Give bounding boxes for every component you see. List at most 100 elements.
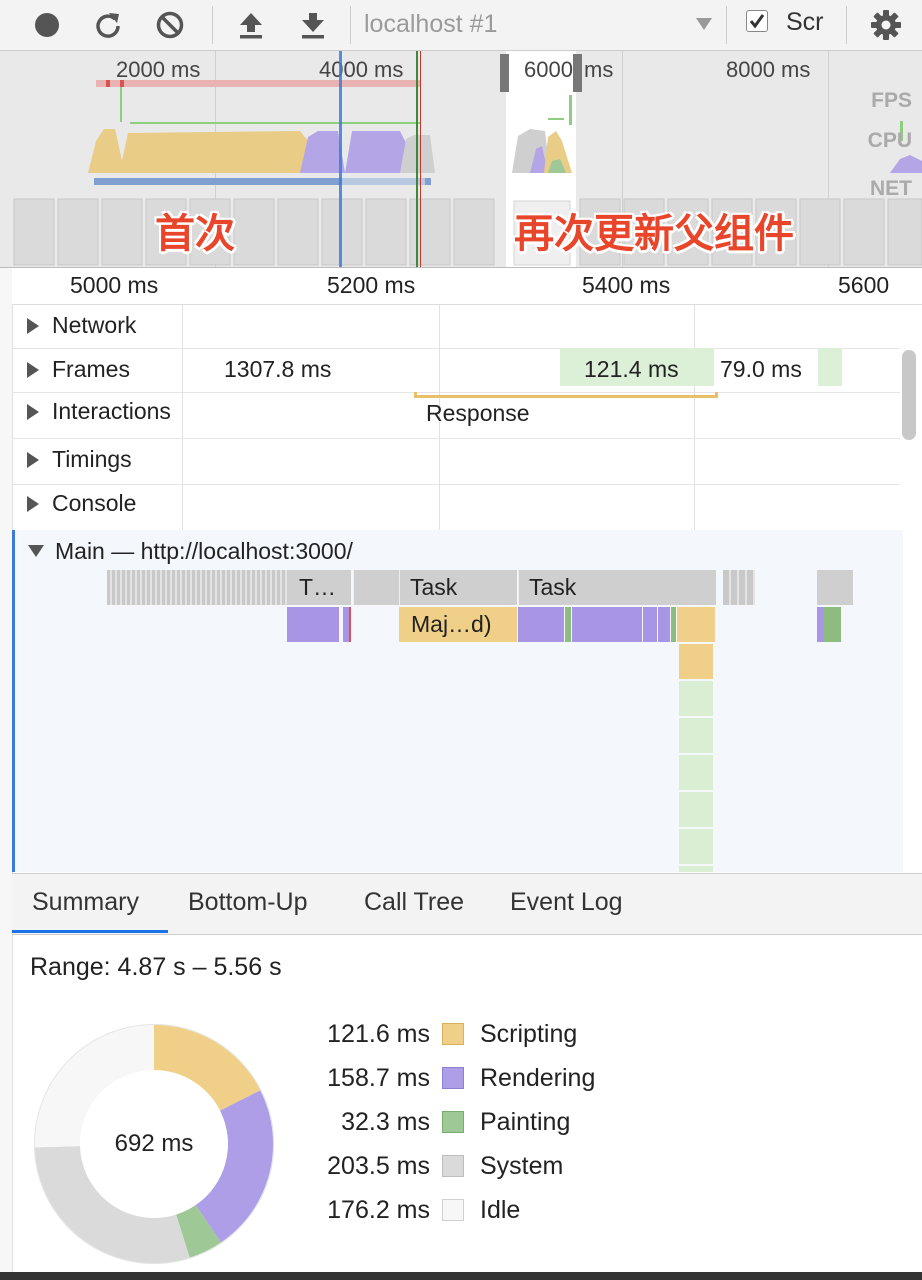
- legend-swatch: [442, 1199, 464, 1221]
- cpu-lane-label: CPU: [867, 129, 912, 152]
- task-label: Task: [529, 574, 577, 600]
- time-ruler: 5000 ms 5200 ms 5400 ms 5600: [12, 268, 922, 305]
- legend-swatch: [442, 1067, 464, 1089]
- frame-duration: 121.4 ms: [584, 356, 679, 382]
- track-frames[interactable]: Frames 1307.8 ms 121.4 ms 79.0 ms: [12, 348, 900, 393]
- track-interactions[interactable]: Interactions Response: [12, 392, 900, 439]
- task-block-group[interactable]: [107, 570, 289, 605]
- toolbar-separator: [350, 6, 351, 44]
- painting-block[interactable]: [823, 607, 841, 642]
- legend-value: 158.7 ms: [327, 1064, 430, 1092]
- frame-duration: 79.0 ms: [720, 356, 802, 382]
- profile-select[interactable]: localhost #1: [356, 6, 724, 42]
- task-block[interactable]: [353, 570, 399, 605]
- collapse-arrow-icon: [28, 545, 44, 557]
- legend-name: Painting: [480, 1108, 571, 1136]
- task-block[interactable]: Task: [518, 570, 716, 605]
- track-timings[interactable]: Timings: [12, 438, 900, 485]
- painting-block[interactable]: [671, 607, 676, 642]
- details-tabs: Summary Bottom-Up Call Tree Event Log: [12, 873, 922, 935]
- task-block[interactable]: [817, 570, 853, 605]
- active-tab-indicator: [12, 930, 168, 933]
- track-network[interactable]: Network: [12, 304, 900, 349]
- legend-row-scripting: 121.6 ms Scripting: [300, 1020, 620, 1050]
- major-gc-label: Maj…d): [411, 611, 492, 637]
- download-icon: [302, 13, 324, 39]
- bottom-edge: [0, 1272, 922, 1280]
- frame-block[interactable]: [818, 348, 842, 386]
- rendering-block[interactable]: [572, 607, 642, 642]
- major-gc-block[interactable]: Maj…d): [399, 607, 517, 642]
- annotation-first-render: 首次: [155, 212, 235, 256]
- task-label: T…: [299, 574, 337, 600]
- profile-select-value: localhost #1: [364, 9, 498, 38]
- net-lane-label: NET: [870, 177, 912, 200]
- vertical-scrollbar[interactable]: [902, 350, 916, 440]
- load-profile-button[interactable]: [234, 8, 268, 42]
- reload-icon: [96, 13, 120, 38]
- legend-value: 32.3 ms: [341, 1108, 430, 1136]
- rendering-block[interactable]: [643, 607, 657, 642]
- legend-value: 176.2 ms: [327, 1196, 430, 1224]
- gear-icon: [871, 10, 901, 40]
- track-interactions-label: Interactions: [52, 398, 171, 424]
- legend-row-rendering: 158.7 ms Rendering: [300, 1064, 620, 1094]
- tab-summary[interactable]: Summary: [32, 888, 139, 917]
- legend-value: 203.5 ms: [327, 1152, 430, 1180]
- tab-bottom-up[interactable]: Bottom-Up: [188, 888, 307, 917]
- expand-arrow-icon: [27, 362, 39, 378]
- interaction-response-bar[interactable]: [414, 392, 718, 398]
- task-block-group[interactable]: [723, 570, 755, 605]
- fps-lane-label: FPS: [871, 89, 912, 112]
- expand-arrow-icon: [27, 496, 39, 512]
- track-frames-label: Frames: [52, 356, 130, 382]
- toolbar-separator: [212, 6, 213, 44]
- upload-icon: [240, 13, 262, 39]
- save-profile-button[interactable]: [296, 8, 330, 42]
- main-thread-track[interactable]: Main — http://localhost:3000/ T… Task Ta…: [12, 530, 903, 872]
- ruler-tick: 5000 ms: [70, 272, 159, 298]
- donut-slice-idle: [34, 1024, 154, 1148]
- timeline-overview[interactable]: 2000 ms 4000 ms 8000 ms 6000 ms FPS CPU …: [0, 51, 922, 268]
- track-console[interactable]: Console: [12, 484, 900, 531]
- rendering-block[interactable]: [343, 607, 351, 642]
- scripting-block[interactable]: [677, 607, 715, 642]
- legend-row-idle: 176.2 ms Idle: [300, 1196, 620, 1226]
- legend-name: Rendering: [480, 1064, 596, 1092]
- summary-range: Range: 4.87 s – 5.56 s: [30, 953, 282, 981]
- tab-event-log[interactable]: Event Log: [510, 888, 623, 917]
- toolbar-separator: [846, 6, 847, 44]
- screenshots-checkbox[interactable]: [746, 10, 768, 32]
- legend-row-painting: 32.3 ms Painting: [300, 1108, 620, 1138]
- interaction-response-label: Response: [426, 400, 530, 426]
- frame-duration: 1307.8 ms: [224, 356, 332, 382]
- overview-tick: 6000: [524, 57, 573, 82]
- tab-call-tree[interactable]: Call Tree: [364, 888, 464, 917]
- clear-button[interactable]: [153, 8, 187, 42]
- expand-arrow-icon: [27, 318, 39, 334]
- scripting-block[interactable]: [679, 644, 713, 679]
- rendering-block[interactable]: [658, 607, 670, 642]
- checkmark-icon: [749, 14, 765, 29]
- summary-total: 692 ms: [114, 1130, 194, 1157]
- settings-button[interactable]: [869, 8, 903, 42]
- main-thread-label: Main — http://localhost:3000/: [55, 538, 353, 564]
- overview-tick: ms: [584, 57, 614, 82]
- legend-name: Idle: [480, 1196, 521, 1224]
- rendering-block[interactable]: [287, 607, 339, 642]
- reload-record-button[interactable]: [91, 8, 125, 42]
- task-label: Task: [410, 574, 458, 600]
- legend-name: System: [480, 1152, 564, 1180]
- ruler-tick: 5200 ms: [327, 272, 416, 298]
- legend-swatch: [442, 1023, 464, 1045]
- function-call-stack[interactable]: [679, 681, 713, 872]
- track-timings-label: Timings: [52, 446, 132, 472]
- painting-block[interactable]: [565, 607, 571, 642]
- track-console-label: Console: [52, 490, 137, 516]
- rendering-block[interactable]: [518, 607, 564, 642]
- task-block[interactable]: Task: [399, 570, 517, 605]
- task-block[interactable]: T…: [287, 570, 351, 605]
- ruler-tick: 5400 ms: [582, 272, 671, 298]
- expand-arrow-icon: [27, 452, 39, 468]
- record-button[interactable]: [30, 8, 64, 42]
